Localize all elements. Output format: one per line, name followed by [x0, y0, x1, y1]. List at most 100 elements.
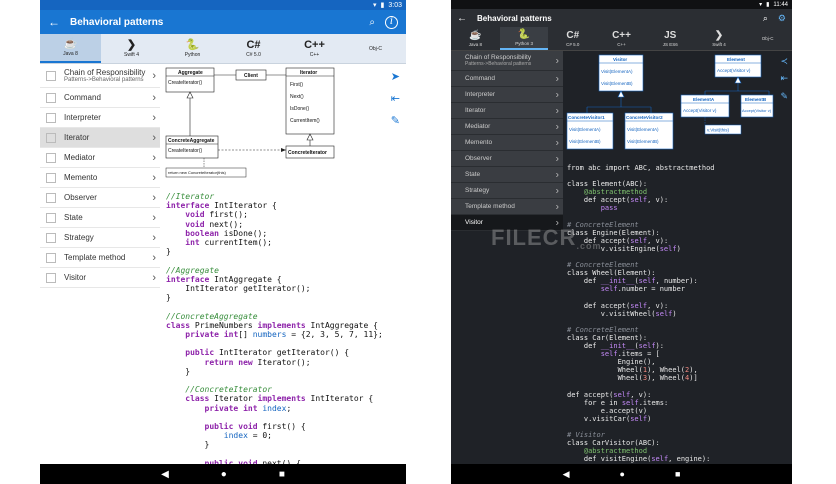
uml-diagram: Aggregate CreateIterator() Client Iterat… — [165, 67, 335, 178]
status-time: 11:44 — [773, 1, 788, 8]
lang-tab-label: C++ — [617, 42, 626, 47]
code-token: , v): — [647, 301, 669, 310]
cv1-method-2: Visit(ElementB) — [569, 139, 601, 144]
nav-home-icon[interactable]: ● — [221, 469, 227, 480]
back-arrow-icon[interactable]: ← — [48, 15, 70, 29]
settings-icon[interactable]: ⚙ — [778, 13, 786, 24]
code-line: //ConcreteAggregate — [166, 312, 402, 321]
list-item-mediator[interactable]: Mediator › — [451, 119, 563, 135]
lang-tab-java[interactable]: ☕ Java 8 — [40, 34, 101, 63]
list-item-iterator[interactable]: Iterator › — [451, 103, 563, 119]
nav-recent-icon[interactable]: ■ — [279, 469, 285, 480]
code-token: self — [651, 455, 669, 464]
code-line: int currentItem(); — [166, 238, 402, 247]
lang-tab-python[interactable]: 🐍 Python — [162, 34, 223, 63]
list-item-strategy[interactable]: Strategy › — [451, 183, 563, 199]
chevron-right-icon: › — [152, 69, 156, 82]
nav-back-icon[interactable]: ◀ — [161, 469, 169, 480]
collapse-icon[interactable]: ⇤ — [391, 92, 400, 105]
share-icon[interactable]: ≺ — [780, 56, 788, 67]
list-item-state[interactable]: State › — [451, 167, 563, 183]
list-item-state[interactable]: State › — [40, 208, 160, 228]
lang-tab-swift[interactable]: ❯ Swift 4 — [101, 34, 162, 63]
list-item-memento[interactable]: Memento › — [451, 135, 563, 151]
nav-recent-icon[interactable]: ■ — [675, 469, 680, 479]
checkbox-icon[interactable] — [46, 272, 56, 283]
code-token: int — [243, 403, 258, 413]
checkbox-icon[interactable] — [46, 232, 56, 243]
lang-tab-cpp[interactable]: C++ C++ — [284, 34, 345, 63]
nav-home-icon[interactable]: ● — [620, 469, 625, 479]
code-token: ABC, abstractmethod — [630, 164, 715, 172]
checkbox-icon[interactable] — [46, 132, 56, 143]
lang-tab-label: Swift 4 — [712, 42, 726, 47]
lang-tab-apple[interactable]: Obj-C — [345, 34, 406, 63]
concrete-visitor1-label: ConcreteVisitor1 — [568, 115, 605, 120]
lang-tab-csharp[interactable]: C# C# 5.0 — [223, 34, 284, 63]
code-token: Wheel( — [567, 366, 643, 375]
code-token: implements — [257, 320, 306, 330]
list-item-interpreter[interactable]: Interpreter › — [40, 108, 160, 128]
lang-tab-python[interactable]: 🐍 Python 3 — [499, 27, 549, 50]
chevron-right-icon: › — [555, 185, 559, 196]
aggregate-label: Aggregate — [178, 70, 203, 76]
code-line: self.number = number — [567, 285, 790, 293]
list-item-visitor[interactable]: Visitor › — [40, 268, 160, 288]
list-item-mediator[interactable]: Mediator › — [40, 148, 160, 168]
search-icon[interactable]: ⌕ — [763, 13, 768, 24]
list-item-observer[interactable]: Observer › — [451, 151, 563, 167]
code-token: __init__ — [600, 277, 635, 286]
list-item-observer[interactable]: Observer › — [40, 188, 160, 208]
list-item-interpreter[interactable]: Interpreter › — [451, 87, 563, 103]
list-item-command[interactable]: Command › — [40, 88, 160, 108]
list-item-strategy[interactable]: Strategy › — [40, 228, 160, 248]
visitor-method-2: Visit(ElementB) — [601, 81, 633, 86]
code-token: self — [630, 301, 648, 310]
lang-tab-java[interactable]: ☕ Java 8 — [451, 27, 500, 50]
list-item-iterator[interactable]: Iterator › — [40, 128, 160, 148]
list-item-chain-of-responsibility[interactable]: Chain of Responsibility Patterns->Behavio… — [451, 51, 563, 71]
lang-tab-swift[interactable]: ❯ Swift 4 — [695, 27, 744, 50]
checkbox-icon[interactable] — [46, 252, 56, 263]
pattern-list: Chain of Responsibility Patterns->Behavio… — [40, 64, 160, 288]
chevron-right-icon: › — [555, 169, 559, 180]
code-token: visitEngine( — [596, 455, 652, 464]
checkbox-icon[interactable] — [46, 212, 56, 223]
list-item-command[interactable]: Command › — [451, 71, 563, 87]
code-token: Car(Element): — [588, 333, 648, 342]
collapse-icon[interactable]: ⇤ — [780, 73, 788, 84]
code-line: class Element(ABC): — [567, 180, 790, 188]
lang-tab-cpp[interactable]: C++ C++ — [597, 27, 646, 50]
nav-back-icon[interactable]: ◀ — [563, 469, 570, 480]
info-icon[interactable]: i — [385, 15, 398, 29]
csharp-icon: C# — [566, 30, 580, 41]
checkbox-icon[interactable] — [46, 92, 56, 103]
list-item-template-method[interactable]: Template method › — [451, 199, 563, 215]
code-line: public IntIterator getIterator() { — [166, 348, 402, 357]
code-token: e.accept(v) — [567, 406, 648, 415]
lang-tab-js[interactable]: JS JS ES6 — [646, 27, 695, 50]
code-token: currentItem(); — [199, 238, 272, 248]
search-icon[interactable]: ⌕ — [369, 17, 375, 28]
back-arrow-icon[interactable]: ← — [457, 13, 477, 24]
checkbox-icon[interactable] — [46, 112, 56, 123]
send-icon[interactable]: ➤ — [391, 70, 400, 83]
chevron-right-icon: › — [152, 191, 156, 204]
lang-tab-apple[interactable]: Obj-C — [743, 27, 792, 50]
edit-icon[interactable]: ✎ — [780, 91, 788, 102]
list-item-template-method[interactable]: Template method › — [40, 248, 160, 268]
checkbox-icon[interactable] — [46, 172, 56, 183]
edit-icon[interactable]: ✎ — [391, 114, 400, 127]
checkbox-icon[interactable] — [46, 192, 56, 203]
list-item-memento[interactable]: Memento › — [40, 168, 160, 188]
checkbox-icon[interactable] — [46, 70, 56, 81]
list-item-chain-of-responsibility[interactable]: Chain of Responsibility Patterns->Behavio… — [40, 64, 160, 88]
checkbox-icon[interactable] — [46, 152, 56, 163]
lang-tab-csharp[interactable]: C# C# 5.0 — [548, 27, 597, 50]
